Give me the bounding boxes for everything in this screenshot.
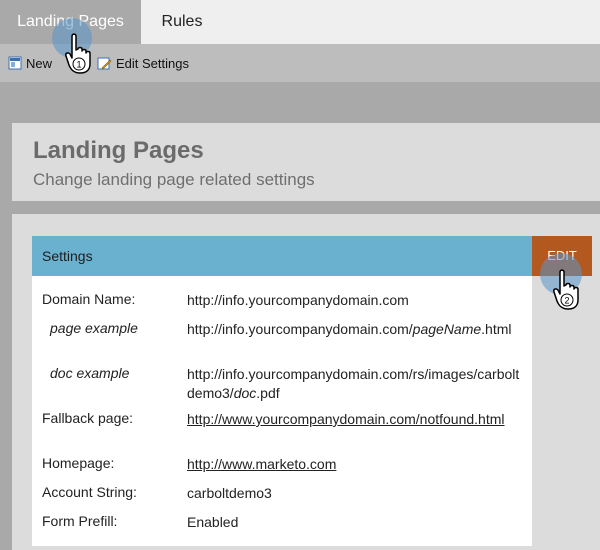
page-title: Landing Pages: [33, 137, 204, 164]
settings-header: Settings: [32, 236, 532, 276]
row-label: Form Prefill:: [42, 513, 118, 529]
edit-settings-icon: [97, 57, 112, 69]
settings-body: Domain Name: http://info.yourcompanydoma…: [32, 276, 532, 546]
value-emphasis: doc: [233, 385, 257, 401]
homepage-link[interactable]: http://www.marketo.com: [187, 456, 336, 472]
row-label: Homepage:: [42, 455, 115, 471]
row-label: Domain Name:: [42, 291, 136, 307]
row-label: page example: [50, 320, 138, 336]
hand-cursor-icon: 2: [553, 269, 579, 310]
value-text: http://info.yourcompanydomain.com: [187, 292, 409, 308]
row-value: http://info.yourcompanydomain.com/pageNa…: [187, 320, 527, 339]
row-value: http://www.yourcompanydomain.com/notfoun…: [187, 410, 527, 429]
tab-rules[interactable]: Rules: [141, 0, 223, 44]
value-suffix: .pdf: [256, 385, 280, 401]
fallback-page-link[interactable]: http://www.yourcompanydomain.com/notfoun…: [187, 411, 505, 427]
value-text: carboltdemo3: [187, 485, 272, 501]
new-icon: [8, 56, 22, 70]
row-value: http://info.yourcompanydomain.com/rs/ima…: [187, 365, 527, 403]
row-label: Account String:: [42, 484, 137, 500]
value-text: http://info.yourcompanydomain.com/: [187, 321, 413, 337]
edit-settings-button[interactable]: Edit Settings: [97, 55, 189, 71]
row-label: doc example: [50, 365, 130, 381]
row-label: Fallback page:: [42, 410, 134, 426]
value-emphasis: pageName: [412, 321, 482, 337]
new-label: New: [26, 55, 53, 71]
row-value: Enabled: [187, 513, 527, 532]
row-value: http://www.marketo.com: [187, 455, 527, 474]
settings-title: Settings: [42, 248, 93, 264]
edit-settings-label: Edit Settings: [116, 55, 189, 71]
value-suffix: .html: [481, 321, 512, 337]
page-subtitle: Change landing page related settings: [33, 170, 315, 189]
hand-cursor-icon: 1: [65, 33, 91, 74]
step-1-number: 1: [76, 60, 81, 70]
value-text: Enabled: [187, 514, 239, 530]
row-value: carboltdemo3: [187, 484, 527, 503]
page-header: Landing Pages Change landing page relate…: [12, 123, 600, 201]
row-value: http://info.yourcompanydomain.com: [187, 291, 527, 310]
new-button[interactable]: New: [8, 55, 52, 71]
step-2-number: 2: [564, 296, 569, 306]
